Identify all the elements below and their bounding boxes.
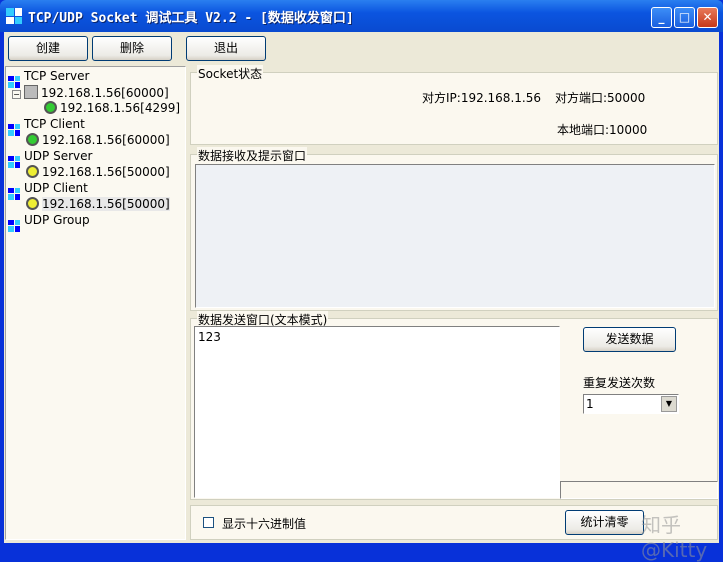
dropdown-arrow-icon[interactable]: ▼	[661, 396, 677, 412]
green-status-icon	[26, 133, 39, 146]
tree-item-connection[interactable]: 192.168.1.56[60000]	[26, 133, 170, 148]
collapse-icon[interactable]: −	[12, 90, 21, 99]
exit-button[interactable]: 退出	[186, 36, 266, 61]
socket-tree[interactable]: TCP Server −192.168.1.56[60000] 192.168.…	[5, 66, 186, 540]
maximize-button[interactable]: □	[674, 7, 695, 28]
remote-ip: 对方IP:192.168.1.56	[422, 91, 541, 105]
hex-label: 显示十六进制值	[222, 517, 307, 531]
hex-checkbox[interactable]	[203, 517, 214, 528]
app-logo-icon	[6, 8, 22, 24]
repeat-count-value: 1	[586, 397, 594, 411]
local-port: 本地端口:10000	[557, 123, 648, 137]
yellow-status-icon	[26, 165, 39, 178]
green-status-icon	[44, 101, 57, 114]
receive-group: 数据接收及提示窗口	[190, 147, 718, 311]
create-button[interactable]: 创建	[8, 36, 88, 61]
bottom-bar: 显示十六进制值 统计清零 知乎 @Kitty	[190, 505, 718, 562]
category-icon	[8, 187, 20, 200]
category-icon	[8, 123, 20, 136]
server-icon	[24, 85, 38, 99]
receive-textarea[interactable]	[195, 164, 715, 308]
tree-item-connection[interactable]: 192.168.1.56[50000]	[26, 165, 170, 180]
close-button[interactable]: ✕	[697, 7, 718, 28]
tree-item-connection-selected[interactable]: 192.168.1.56[50000]	[26, 197, 170, 212]
reset-stats-button[interactable]: 统计清零	[565, 510, 644, 535]
remote-port: 对方端口:50000	[555, 91, 646, 105]
socket-status-group: Socket状态 对方IP:192.168.1.56 对方端口:50000 本地…	[190, 65, 718, 145]
watermark: 知乎 @Kitty	[641, 513, 708, 562]
send-group: 数据发送窗口(文本模式) 123 发送数据 重复发送次数 1 ▼	[190, 311, 718, 500]
receive-title: 数据接收及提示窗口	[197, 147, 308, 164]
send-data-button[interactable]: 发送数据	[583, 327, 676, 352]
category-icon	[8, 155, 20, 168]
repeat-count-label: 重复发送次数	[583, 376, 656, 390]
delete-button[interactable]: 删除	[92, 36, 172, 61]
repeat-count-combo[interactable]: 1 ▼	[583, 394, 679, 414]
status-box	[560, 481, 718, 499]
yellow-status-icon	[26, 197, 39, 210]
title-bar: TCP/UDP Socket 调试工具 V2.2 - [数据收发窗口] _ □ …	[0, 0, 723, 32]
tree-item-server[interactable]: −192.168.1.56[60000]	[12, 85, 169, 101]
category-icon	[8, 219, 20, 232]
main-window: 创建 删除 退出 TCP Server −192.168.1.56[60000]…	[4, 32, 719, 562]
tree-item-connection[interactable]: 192.168.1.56[4299]	[44, 101, 180, 116]
socket-status-title: Socket状态	[197, 65, 264, 82]
minimize-button[interactable]: _	[651, 7, 672, 28]
window-title: TCP/UDP Socket 调试工具 V2.2 - [数据收发窗口]	[28, 11, 354, 26]
tree-item-udp-group[interactable]: UDP Group	[8, 213, 90, 232]
send-textarea[interactable]: 123	[194, 326, 560, 498]
